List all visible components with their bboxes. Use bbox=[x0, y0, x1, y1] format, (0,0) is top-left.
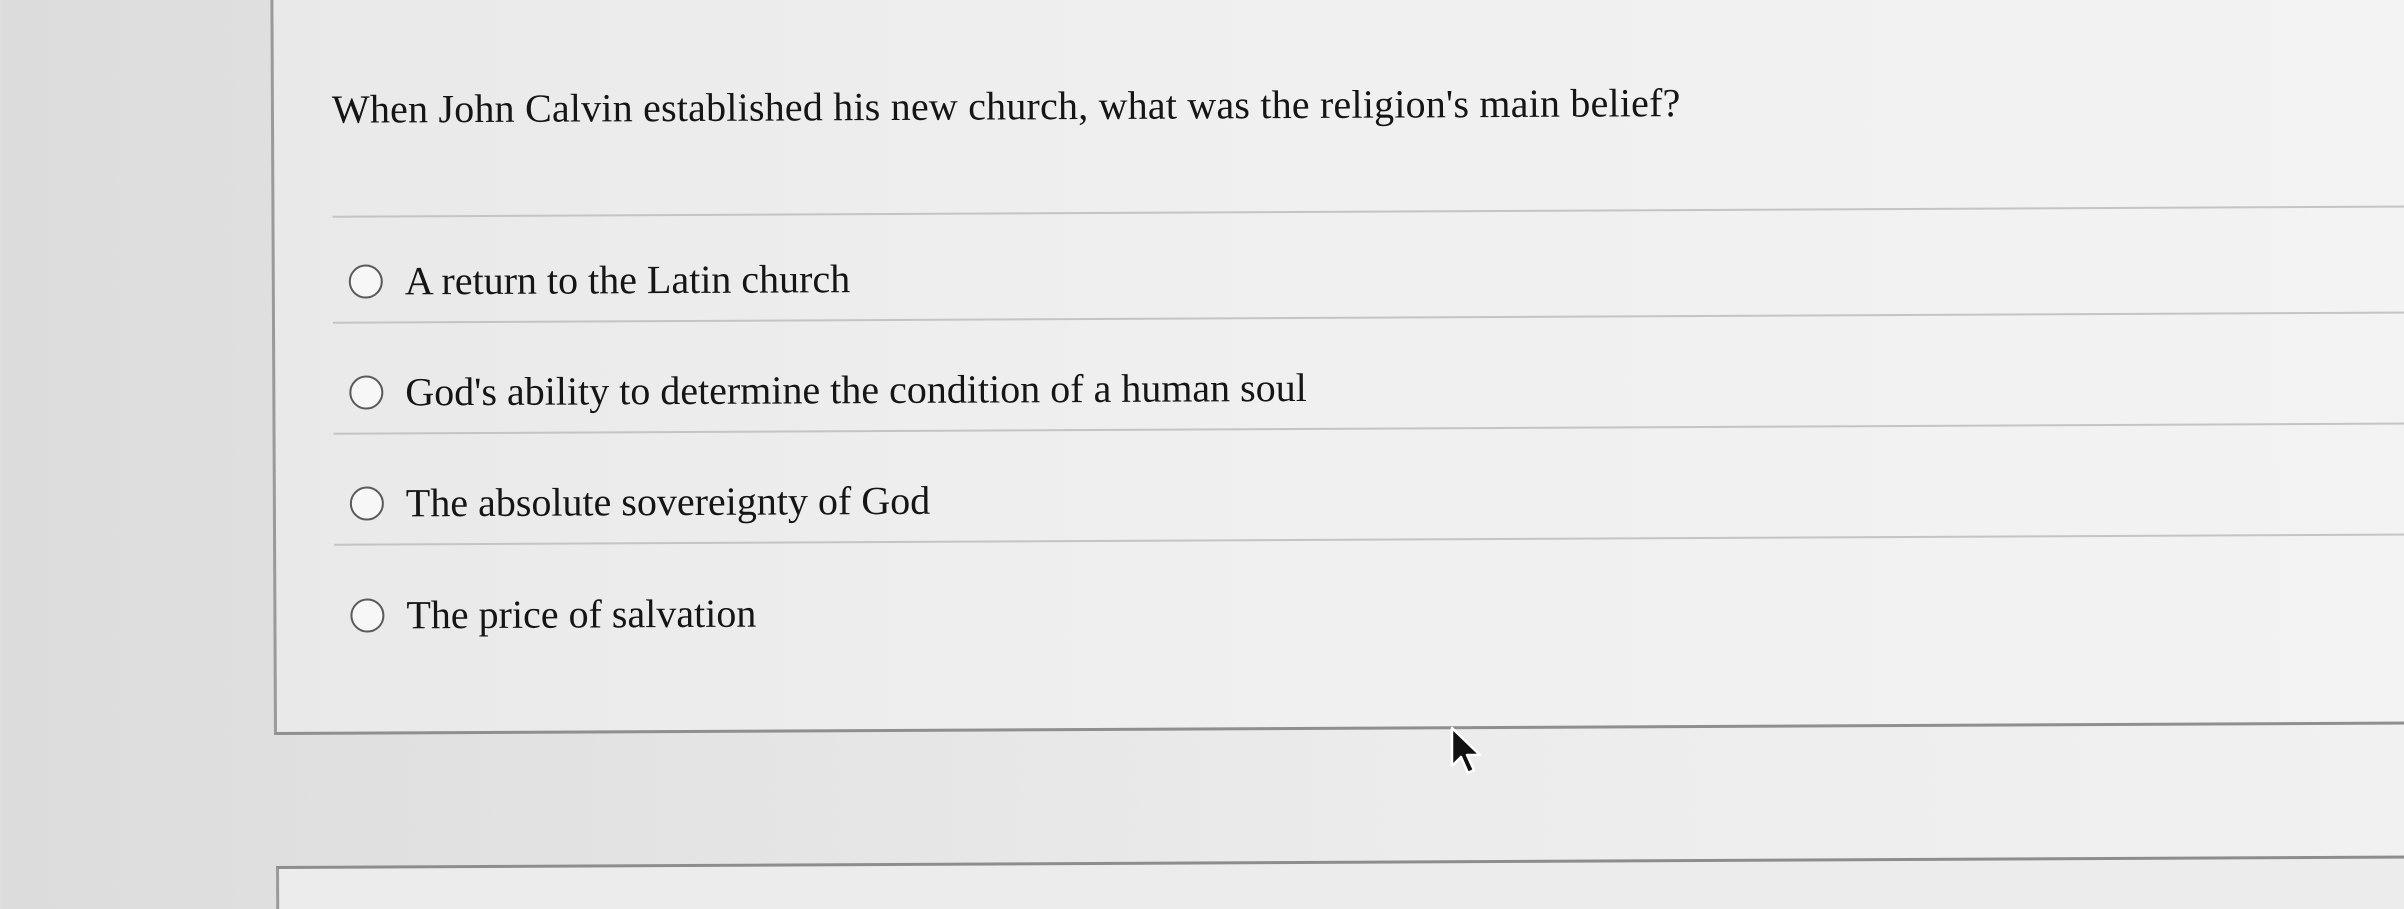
answer-option-label: The absolute sovereignty of God bbox=[405, 477, 931, 526]
radio-button-icon[interactable] bbox=[350, 597, 385, 633]
question-divider bbox=[332, 205, 2404, 218]
option-divider bbox=[332, 311, 2404, 324]
answer-option-4[interactable]: The price of salvation bbox=[350, 590, 756, 639]
question-text: When John Calvin established his new chu… bbox=[331, 80, 1681, 132]
mouse-pointer-icon bbox=[1450, 726, 1482, 775]
answer-option-1[interactable]: A return to the Latin church bbox=[348, 255, 851, 304]
next-question-card bbox=[276, 855, 2404, 909]
radio-button-icon[interactable] bbox=[348, 263, 383, 299]
answer-option-2[interactable]: God's ability to determine the condition… bbox=[349, 364, 1307, 416]
answer-option-label: The price of salvation bbox=[406, 590, 757, 638]
option-divider bbox=[333, 422, 2404, 435]
option-divider bbox=[334, 533, 2404, 546]
answer-option-3[interactable]: The absolute sovereignty of God bbox=[349, 477, 931, 527]
answer-option-label: God's ability to determine the condition… bbox=[405, 364, 1307, 415]
radio-button-icon[interactable] bbox=[349, 374, 384, 410]
radio-button-icon[interactable] bbox=[349, 485, 384, 521]
question-card: When John Calvin established his new chu… bbox=[270, 0, 2404, 735]
answer-option-label: A return to the Latin church bbox=[404, 256, 851, 304]
